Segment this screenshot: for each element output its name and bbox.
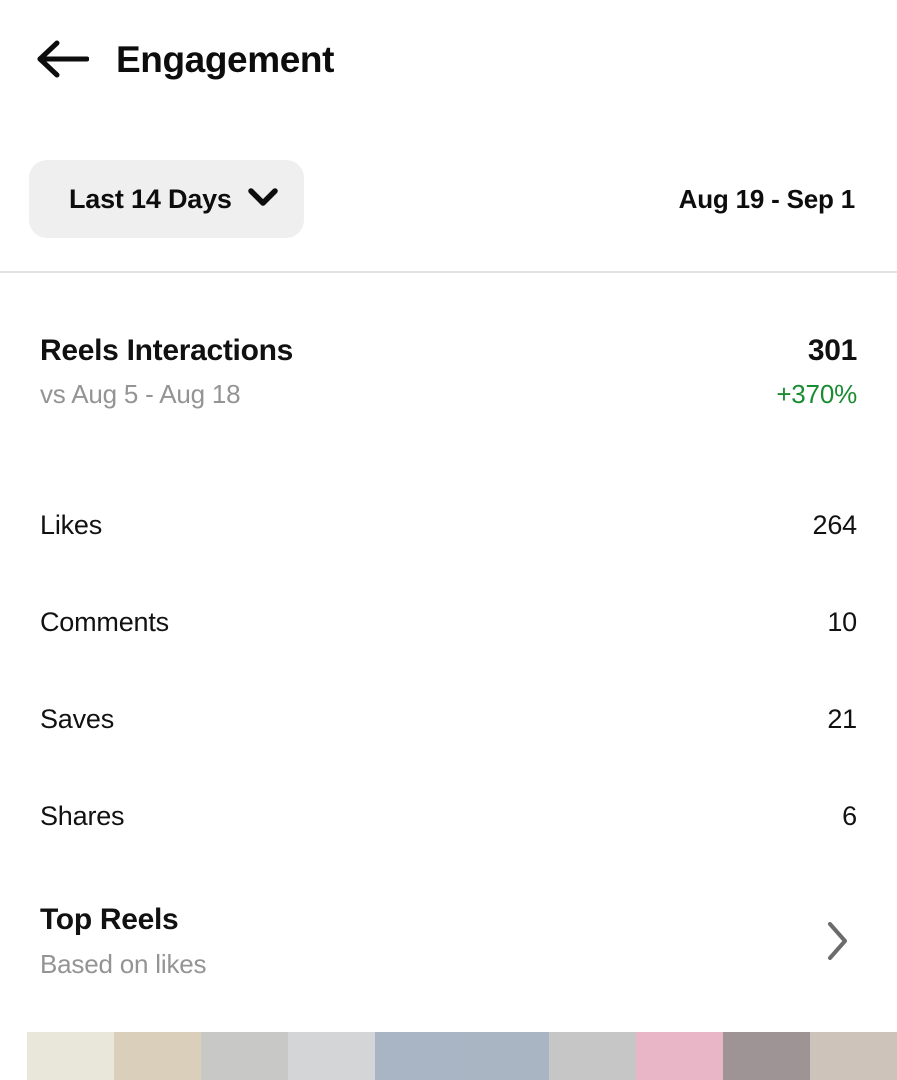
reel-thumbnail-3[interactable]: [201, 1032, 288, 1080]
arrow-left-icon: [35, 39, 89, 79]
summary-comparison: vs Aug 5 - Aug 18: [40, 379, 241, 409]
reel-thumbnail-9[interactable]: [723, 1032, 810, 1080]
summary-value: 301: [807, 334, 857, 367]
date-range-label: Aug 19 - Sep 1: [678, 184, 856, 214]
metric-value: 264: [812, 510, 858, 540]
metric-row-saves: Saves 21: [40, 671, 857, 768]
top-reels-thumbnail-strip[interactable]: [27, 1032, 897, 1080]
reel-thumbnail-4[interactable]: [288, 1032, 375, 1080]
top-reels-title: Top Reels: [40, 903, 179, 936]
metric-row-comments: Comments 10: [40, 574, 857, 671]
reel-thumbnail-8[interactable]: [636, 1032, 723, 1080]
date-range-selector-label: Last 14 Days: [69, 183, 232, 214]
chevron-right-icon[interactable]: [813, 916, 863, 966]
reel-thumbnail-7[interactable]: [549, 1032, 636, 1080]
metric-row-shares: Shares 6: [40, 768, 857, 865]
reel-thumbnail-2[interactable]: [114, 1032, 201, 1080]
reel-thumbnail-10[interactable]: [810, 1032, 897, 1080]
reel-thumbnail-6[interactable]: [462, 1032, 549, 1080]
date-range-selector[interactable]: Last 14 Days: [29, 160, 304, 238]
page-title: Engagement: [116, 38, 335, 80]
metric-value: 6: [842, 801, 857, 831]
metric-label: Comments: [40, 607, 169, 637]
range-bar: Last 14 Days Aug 19 - Sep 1: [0, 150, 897, 250]
summary-left: Reels Interactions vs Aug 5 - Aug 18: [40, 333, 293, 411]
summary-metric: Reels Interactions vs Aug 5 - Aug 18 301…: [40, 333, 857, 411]
metric-list: Likes 264 Comments 10 Saves 21 Shares 6: [40, 477, 857, 865]
back-button[interactable]: [25, 22, 99, 96]
top-reels-section[interactable]: Top Reels Based on likes: [40, 902, 863, 981]
top-reels-subtitle: Based on likes: [40, 949, 207, 979]
metric-label: Saves: [40, 704, 115, 734]
header-divider: [0, 271, 897, 273]
summary-right: 301 +370%: [776, 333, 857, 411]
metric-label: Shares: [40, 801, 125, 831]
summary-title: Reels Interactions: [40, 334, 294, 367]
metric-value: 21: [827, 704, 857, 734]
engagement-screen: Engagement Last 14 Days Aug 19 - Sep 1 R…: [0, 0, 897, 1080]
top-reels-text: Top Reels Based on likes: [40, 902, 207, 981]
summary-delta: +370%: [776, 379, 857, 409]
metric-row-likes: Likes 264: [40, 477, 857, 574]
reel-thumbnail-5[interactable]: [375, 1032, 462, 1080]
chevron-down-icon: [247, 188, 278, 210]
metric-label: Likes: [40, 510, 103, 540]
metric-value: 10: [827, 607, 857, 637]
header: Engagement: [0, 0, 897, 118]
reel-thumbnail-1[interactable]: [27, 1032, 114, 1080]
